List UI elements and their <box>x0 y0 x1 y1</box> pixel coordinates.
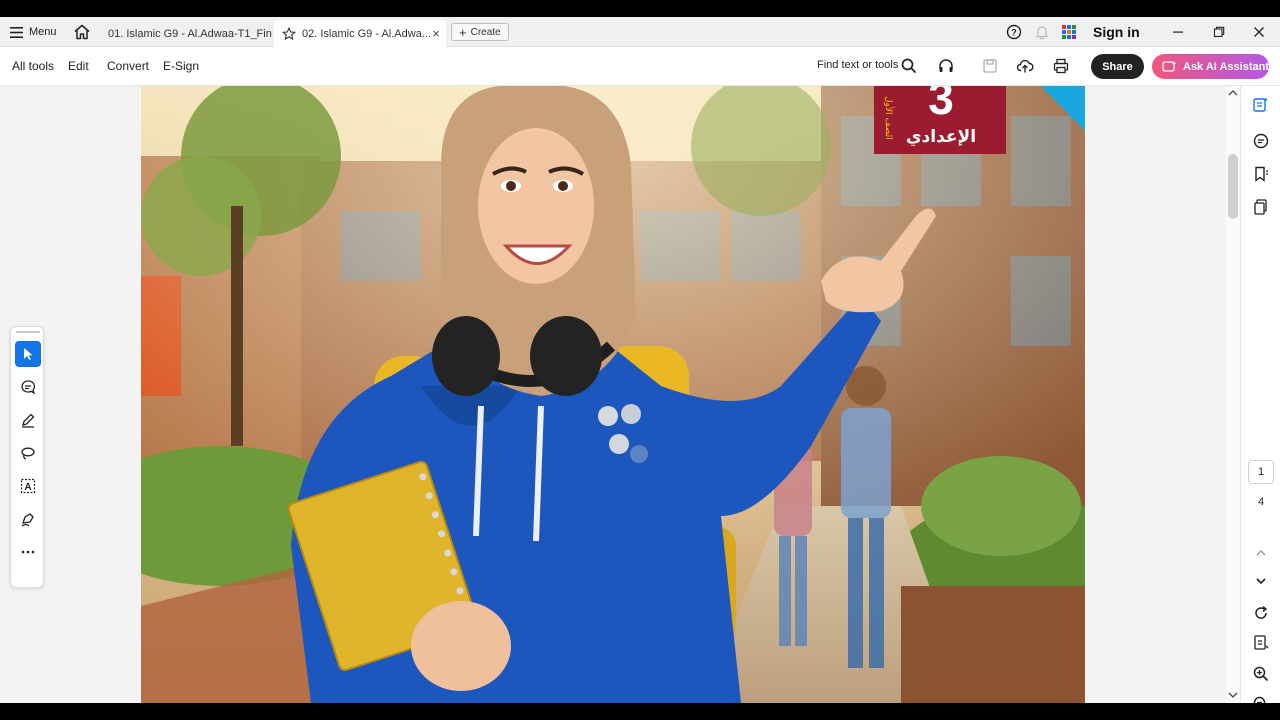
print-icon[interactable] <box>1052 57 1070 75</box>
menu-button[interactable]: Menu <box>10 23 57 41</box>
ai-summary-icon[interactable] <box>1252 96 1270 114</box>
lasso-icon <box>21 447 35 460</box>
draw-tool[interactable] <box>15 440 41 466</box>
close-window-icon[interactable] <box>1249 22 1269 42</box>
hamburger-icon <box>10 26 23 38</box>
scroll-down-icon[interactable] <box>1228 691 1238 699</box>
bookmarks-icon[interactable] <box>1252 165 1270 183</box>
previous-page-icon[interactable] <box>1252 544 1270 562</box>
pdf-page-1: 3 الإعدادي الصف الأول <box>141 86 1085 703</box>
tab-label: 02. Islamic G9 - Al.Adwa... <box>302 27 431 40</box>
document-viewport[interactable]: 3 الإعدادي الصف الأول A <box>0 86 1240 703</box>
quick-tools-panel: A <box>10 326 44 588</box>
zoom-in-icon[interactable] <box>1252 665 1270 683</box>
help-icon[interactable]: ? <box>1006 22 1022 42</box>
comments-panel-icon[interactable] <box>1252 132 1270 150</box>
headphones-icon[interactable] <box>937 57 955 75</box>
find-text-label[interactable]: Find text or tools <box>817 59 898 71</box>
home-icon[interactable] <box>73 23 91 41</box>
comment-icon <box>21 380 36 395</box>
tab-bar: Menu 01. Islamic G9 - Al.Adwaa-T1_Fin...… <box>0 17 1280 47</box>
more-icon <box>21 550 35 554</box>
vertical-scrollbar[interactable] <box>1226 86 1240 703</box>
ai-sparkle-icon <box>1162 60 1177 72</box>
badge-subtext: الصف الأول <box>883 96 895 140</box>
tab-document-2[interactable]: 02. Islamic G9 - Al.Adwa... × <box>274 20 446 47</box>
acrobat-window: Menu 01. Islamic G9 - Al.Adwaa-T1_Fin...… <box>0 17 1280 703</box>
save-icon[interactable] <box>981 57 999 75</box>
tab-label: 01. Islamic G9 - Al.Adwaa-T1_Fin... <box>108 27 272 40</box>
total-pages: 4 <box>1257 496 1265 508</box>
create-label: Create <box>470 26 501 38</box>
badge-text: الإعدادي <box>906 127 976 147</box>
zoom-out-icon[interactable] <box>1252 695 1270 703</box>
minimize-icon[interactable] <box>1168 22 1188 42</box>
restore-icon[interactable] <box>1209 22 1229 42</box>
right-sidebar: 1 4 <box>1240 86 1280 703</box>
pen-sign-icon <box>21 513 34 527</box>
share-button[interactable]: Share <box>1091 54 1144 79</box>
apps-grid-icon[interactable] <box>1061 22 1077 42</box>
highlight-tool[interactable] <box>15 407 41 433</box>
panel-grip[interactable] <box>16 331 40 333</box>
current-page-input[interactable]: 1 <box>1248 460 1274 484</box>
menu-label: Menu <box>29 26 57 38</box>
search-icon[interactable] <box>900 57 918 75</box>
convert-menu[interactable]: Convert <box>107 59 149 73</box>
more-tools-button[interactable] <box>15 539 41 565</box>
pen-icon <box>22 413 35 428</box>
select-tool[interactable] <box>15 341 41 367</box>
stamp-tool[interactable] <box>15 506 41 532</box>
badge-number: 3 <box>928 86 954 124</box>
text-box-icon: A <box>20 478 36 494</box>
all-tools-menu[interactable]: All tools <box>12 59 54 73</box>
svg-text:A: A <box>24 482 31 493</box>
plus-icon: + <box>459 24 467 40</box>
star-icon[interactable] <box>282 26 296 41</box>
create-tab-button[interactable]: + Create <box>451 23 509 41</box>
ai-assistant-button[interactable]: Ask AI Assistant <box>1152 54 1269 79</box>
main-toolbar: All tools Edit Convert E-Sign Find text … <box>0 47 1280 86</box>
next-page-icon[interactable] <box>1252 572 1270 590</box>
scrollbar-thumb[interactable] <box>1228 154 1238 219</box>
page-fit-icon[interactable] <box>1252 634 1270 652</box>
pages-thumbnails-icon[interactable] <box>1252 198 1270 216</box>
cloud-upload-icon[interactable] <box>1016 57 1034 75</box>
tab-close-icon[interactable]: × <box>432 26 440 41</box>
text-tool[interactable]: A <box>15 473 41 499</box>
e-sign-menu[interactable]: E-Sign <box>163 59 199 73</box>
sign-in-link[interactable]: Sign in <box>1093 24 1140 40</box>
bell-icon[interactable] <box>1034 22 1050 42</box>
tab-document-1[interactable]: 01. Islamic G9 - Al.Adwaa-T1_Fin... <box>100 20 272 47</box>
cursor-icon <box>24 348 33 360</box>
edit-menu[interactable]: Edit <box>68 59 89 73</box>
ai-assistant-label: Ask AI Assistant <box>1183 60 1269 73</box>
rotate-icon[interactable] <box>1252 604 1270 622</box>
cover-illustration: 3 الإعدادي الصف الأول <box>141 86 1085 703</box>
comment-tool[interactable] <box>15 374 41 400</box>
svg-text:?: ? <box>1011 28 1017 38</box>
scroll-up-icon[interactable] <box>1228 89 1238 97</box>
